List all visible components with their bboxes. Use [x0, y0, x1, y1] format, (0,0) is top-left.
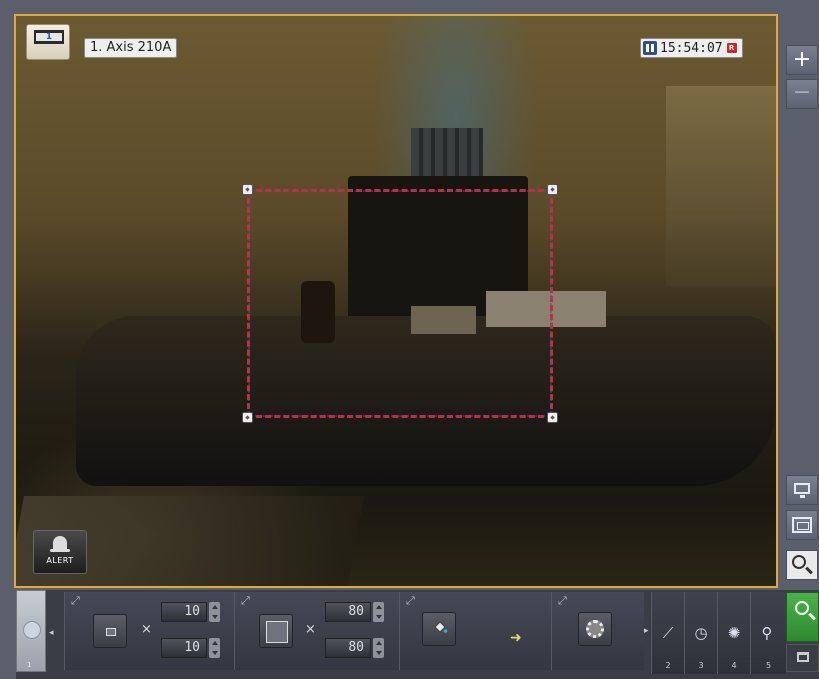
monitor-icon	[794, 483, 810, 498]
tab-number: 4	[731, 661, 737, 670]
max-width-value[interactable]: 80	[325, 602, 371, 622]
stepper-arrows-icon[interactable]	[209, 638, 220, 658]
tab-number: 3	[698, 661, 704, 670]
disc-icon	[23, 621, 41, 639]
search-button[interactable]	[786, 592, 819, 642]
film-icon: 1	[34, 30, 64, 44]
pin-icon[interactable]: ⤢	[241, 594, 250, 608]
camera-title: 1. Axis 210A	[84, 38, 178, 58]
chevron-right-icon[interactable]: ▸	[644, 626, 649, 636]
bell-icon	[50, 536, 70, 552]
window-toggle-button[interactable]	[786, 644, 819, 672]
line-cross-icon: ⟋	[662, 624, 674, 642]
zone-handle-top-left[interactable]	[242, 184, 253, 195]
large-square-icon	[266, 621, 288, 643]
min-height-stepper[interactable]: 10	[161, 638, 221, 660]
min-width-stepper[interactable]: 10	[161, 602, 221, 624]
alert-button[interactable]: ALERT	[33, 530, 87, 574]
toolbar-tab-2[interactable]: ⟋ 2	[651, 592, 684, 674]
dots-circle-icon: ✺	[727, 624, 741, 642]
toolbar-tab-5[interactable]: ⚲ 5	[750, 592, 786, 674]
small-square-icon	[106, 628, 116, 636]
fill-zone-button[interactable]	[422, 612, 456, 646]
record-indicator-icon: R	[725, 42, 738, 54]
max-height-value[interactable]: 80	[325, 638, 371, 658]
zone-mode-button[interactable]	[578, 612, 612, 646]
paint-bucket-icon	[434, 621, 448, 633]
pin-icon[interactable]: ⤢	[558, 594, 567, 608]
clock-icon: ◷	[694, 624, 708, 642]
camera-number-icon[interactable]: 1	[26, 24, 70, 60]
times-sign: ×	[141, 622, 152, 637]
search-icon	[792, 555, 806, 569]
zone-mode-panel: ⤢	[551, 592, 644, 670]
max-size-button[interactable]	[259, 614, 293, 648]
zoom-in-button[interactable]: +	[786, 45, 818, 75]
toolbar-tab-4[interactable]: ✺ 4	[717, 592, 750, 674]
timestamp-badge: 15:54:07 R	[640, 38, 743, 58]
zone-handle-top-right[interactable]	[547, 184, 558, 195]
pause-icon[interactable]	[643, 41, 657, 55]
min-height-value[interactable]: 10	[161, 638, 207, 658]
fill-panel: ⤢ ➜	[399, 592, 551, 670]
scene-window	[666, 86, 776, 286]
times-sign: ×	[305, 622, 316, 637]
toolbar-tab-1[interactable]: 1	[16, 590, 46, 672]
max-size-panel: ⤢ × 80 80	[234, 592, 399, 670]
tab-number: 5	[765, 661, 772, 670]
monitor-view-button[interactable]	[786, 475, 818, 505]
camera-viewport[interactable]: 1 1. Axis 210A 15:54:07 R ALERT	[14, 14, 778, 588]
arrow-right-icon: ➜	[510, 630, 522, 646]
max-height-stepper[interactable]: 80	[325, 638, 385, 660]
archive-icon	[792, 517, 812, 533]
toolbar-tab-3[interactable]: ◷ 3	[684, 592, 717, 674]
tab-number: 1	[27, 661, 32, 669]
wheel-icon	[586, 620, 604, 638]
archive-view-button[interactable]	[786, 510, 818, 540]
chevron-left-icon[interactable]: ◂	[49, 628, 59, 638]
search-icon	[795, 601, 809, 615]
detection-zone[interactable]	[247, 189, 553, 418]
zone-handle-bottom-right[interactable]	[547, 412, 558, 423]
min-size-button[interactable]	[93, 614, 127, 648]
stepper-arrows-icon[interactable]	[209, 602, 220, 622]
alert-label: ALERT	[46, 556, 74, 565]
min-width-value[interactable]: 10	[161, 602, 207, 622]
pin-icon[interactable]: ⤢	[406, 594, 415, 608]
search-view-button[interactable]	[786, 550, 818, 580]
time-display: 15:54:07	[660, 40, 723, 56]
probe-icon: ⚲	[761, 624, 773, 642]
stepper-arrows-icon[interactable]	[373, 638, 384, 658]
camera-number: 1	[45, 32, 53, 42]
tab-number: 2	[665, 661, 671, 670]
zoom-out-button[interactable]: −	[786, 79, 818, 109]
stepper-arrows-icon[interactable]	[373, 602, 384, 622]
pin-icon[interactable]: ⤢	[71, 594, 80, 608]
min-size-panel: ⤢ × 10 10	[64, 592, 234, 670]
zone-handle-bottom-left[interactable]	[242, 412, 253, 423]
scene-binders	[411, 128, 483, 178]
max-width-stepper[interactable]: 80	[325, 602, 385, 624]
